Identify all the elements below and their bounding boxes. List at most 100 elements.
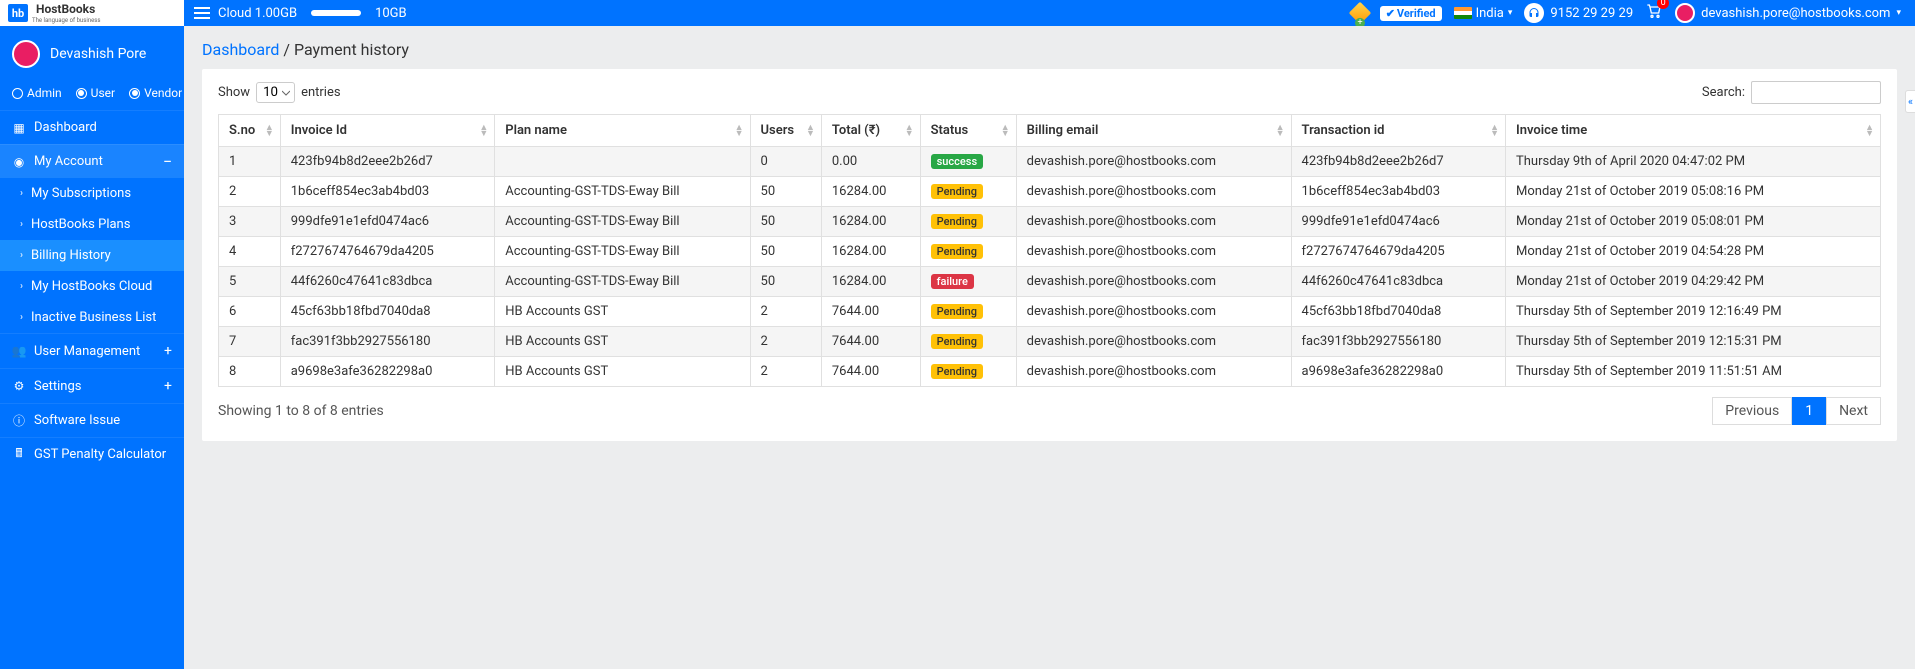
verified-icon: ✔	[1386, 7, 1395, 20]
nav-label: HostBooks Plans	[31, 217, 130, 232]
cell-status: Pending	[920, 177, 1016, 207]
pager-page-1[interactable]: 1	[1792, 397, 1826, 425]
column-header[interactable]: Users▲▼	[750, 115, 821, 147]
cell-status: Pending	[920, 357, 1016, 387]
cell-sno: 6	[219, 297, 281, 327]
cell-invoice: f2727674764679da4205	[280, 237, 495, 267]
nav-software-issue[interactable]: ⓘ Software Issue	[0, 403, 184, 437]
column-header[interactable]: S.no▲▼	[219, 115, 281, 147]
avatar-icon	[12, 40, 40, 68]
nav-label: Software Issue	[34, 413, 120, 428]
payment-history-table: S.no▲▼Invoice Id▲▼Plan name▲▼Users▲▼Tota…	[218, 114, 1881, 387]
right-collapse-toggle[interactable]: «	[1905, 90, 1915, 113]
nav-label: User Management	[34, 344, 140, 359]
cell-txn: 999dfe91e1efd0474ac6	[1291, 207, 1506, 237]
search-input[interactable]	[1751, 81, 1881, 104]
cell-time: Thursday 9th of April 2020 04:47:02 PM	[1506, 147, 1881, 177]
pager-prev[interactable]: Previous	[1712, 397, 1792, 425]
upgrade-icon[interactable]: +	[1352, 5, 1368, 21]
cell-txn: a9698e3afe36282298a0	[1291, 357, 1506, 387]
cell-txn: 44f6260c47641c83dbca	[1291, 267, 1506, 297]
column-header[interactable]: Billing email▲▼	[1016, 115, 1291, 147]
menu-toggle-icon[interactable]	[194, 7, 210, 19]
logo-subtext: The language of business	[32, 17, 102, 24]
column-header[interactable]: Status▲▼	[920, 115, 1016, 147]
storage-bar	[311, 10, 361, 16]
page-size-select[interactable]: 10	[256, 82, 295, 103]
nav-user-management[interactable]: 👥 User Management +	[0, 333, 184, 368]
column-header[interactable]: Invoice Id▲▼	[280, 115, 495, 147]
cell-invoice: 1b6ceff854ec3ab4bd03	[280, 177, 495, 207]
nav-inactive-business[interactable]: › Inactive Business List	[0, 302, 184, 333]
cell-users: 50	[750, 207, 821, 237]
cell-users: 50	[750, 177, 821, 207]
cell-status: Pending	[920, 297, 1016, 327]
column-header[interactable]: Plan name▲▼	[495, 115, 750, 147]
cell-sno: 2	[219, 177, 281, 207]
role-user[interactable]: User	[76, 86, 115, 100]
nav-settings[interactable]: ⚙ Settings +	[0, 368, 184, 403]
cell-plan: Accounting-GST-TDS-Eway Bill	[495, 237, 750, 267]
pager-next[interactable]: Next	[1826, 397, 1881, 425]
nav-label: My Subscriptions	[31, 186, 131, 201]
user-menu[interactable]: devashish.pore@hostbooks.com ▾	[1675, 3, 1901, 23]
breadcrumb-root[interactable]: Dashboard	[202, 40, 279, 59]
role-admin[interactable]: Admin	[12, 86, 62, 100]
cell-status: success	[920, 147, 1016, 177]
cell-email: devashish.pore@hostbooks.com	[1016, 207, 1291, 237]
nav-my-subscriptions[interactable]: › My Subscriptions	[0, 178, 184, 209]
cloud-total: 10GB	[375, 6, 407, 21]
payment-history-card: Show 10 entries Search: S.no▲▼Invoice Id…	[202, 69, 1897, 441]
cell-invoice: fac391f3bb2927556180	[280, 327, 495, 357]
nav-gst-penalty[interactable]: 🖩 GST Penalty Calculator	[0, 437, 184, 471]
cell-plan: Accounting-GST-TDS-Eway Bill	[495, 207, 750, 237]
nav-label: Dashboard	[34, 120, 97, 135]
cell-email: devashish.pore@hostbooks.com	[1016, 357, 1291, 387]
table-row: 645cf63bb18fbd7040da8HB Accounts GST2764…	[219, 297, 1881, 327]
nav-my-account[interactable]: ◉ My Account −	[0, 144, 184, 178]
breadcrumb-sep: /	[279, 40, 294, 59]
status-badge: Pending	[931, 334, 983, 349]
logo[interactable]: hb HostBooks® The language of business	[0, 0, 184, 26]
logo-icon: hb	[8, 4, 28, 22]
info-icon: ⓘ	[12, 414, 26, 428]
country-label: India	[1476, 6, 1504, 21]
nav-dashboard[interactable]: ▦ Dashboard	[0, 110, 184, 144]
cell-invoice: 423fb94b8d2eee2b26d7	[280, 147, 495, 177]
cell-sno: 3	[219, 207, 281, 237]
role-vendor[interactable]: Vendor	[129, 86, 182, 100]
nav-billing-history[interactable]: › Billing History	[0, 240, 184, 271]
nav-my-hostbooks-cloud[interactable]: › My HostBooks Cloud	[0, 271, 184, 302]
column-header[interactable]: Transaction id▲▼	[1291, 115, 1506, 147]
cell-txn: 1b6ceff854ec3ab4bd03	[1291, 177, 1506, 207]
status-badge: Pending	[931, 184, 983, 199]
country-selector[interactable]: India ▾	[1454, 6, 1513, 21]
cell-status: Pending	[920, 237, 1016, 267]
entries-label: entries	[301, 85, 341, 100]
dashboard-icon: ▦	[12, 121, 26, 135]
flag-icon	[1454, 7, 1472, 19]
cell-email: devashish.pore@hostbooks.com	[1016, 297, 1291, 327]
cell-txn: f2727674764679da4205	[1291, 237, 1506, 267]
verified-badge[interactable]: ✔ Verified	[1380, 6, 1442, 21]
cell-users: 2	[750, 297, 821, 327]
nav-hostbooks-plans[interactable]: › HostBooks Plans	[0, 209, 184, 240]
cell-plan: HB Accounts GST	[495, 297, 750, 327]
cell-sno: 8	[219, 357, 281, 387]
cell-invoice: 999dfe91e1efd0474ac6	[280, 207, 495, 237]
cell-email: devashish.pore@hostbooks.com	[1016, 327, 1291, 357]
column-header[interactable]: Total (₹)▲▼	[821, 115, 920, 147]
sidebar-user[interactable]: Devashish Pore	[0, 26, 184, 82]
cloud-used: Cloud 1.00GB	[218, 6, 297, 21]
cell-users: 2	[750, 327, 821, 357]
search-label: Search:	[1702, 85, 1745, 100]
chevron-right-icon: ›	[20, 312, 23, 323]
support-phone[interactable]: 9152 29 29 29	[1524, 3, 1633, 23]
breadcrumb: Dashboard / Payment history	[184, 26, 1915, 69]
cell-total: 16284.00	[821, 207, 920, 237]
show-label: Show	[218, 85, 250, 100]
nav-label: My Account	[34, 154, 103, 169]
cart-button[interactable]: 0	[1645, 3, 1663, 23]
cell-email: devashish.pore@hostbooks.com	[1016, 237, 1291, 267]
column-header[interactable]: Invoice time▲▼	[1506, 115, 1881, 147]
